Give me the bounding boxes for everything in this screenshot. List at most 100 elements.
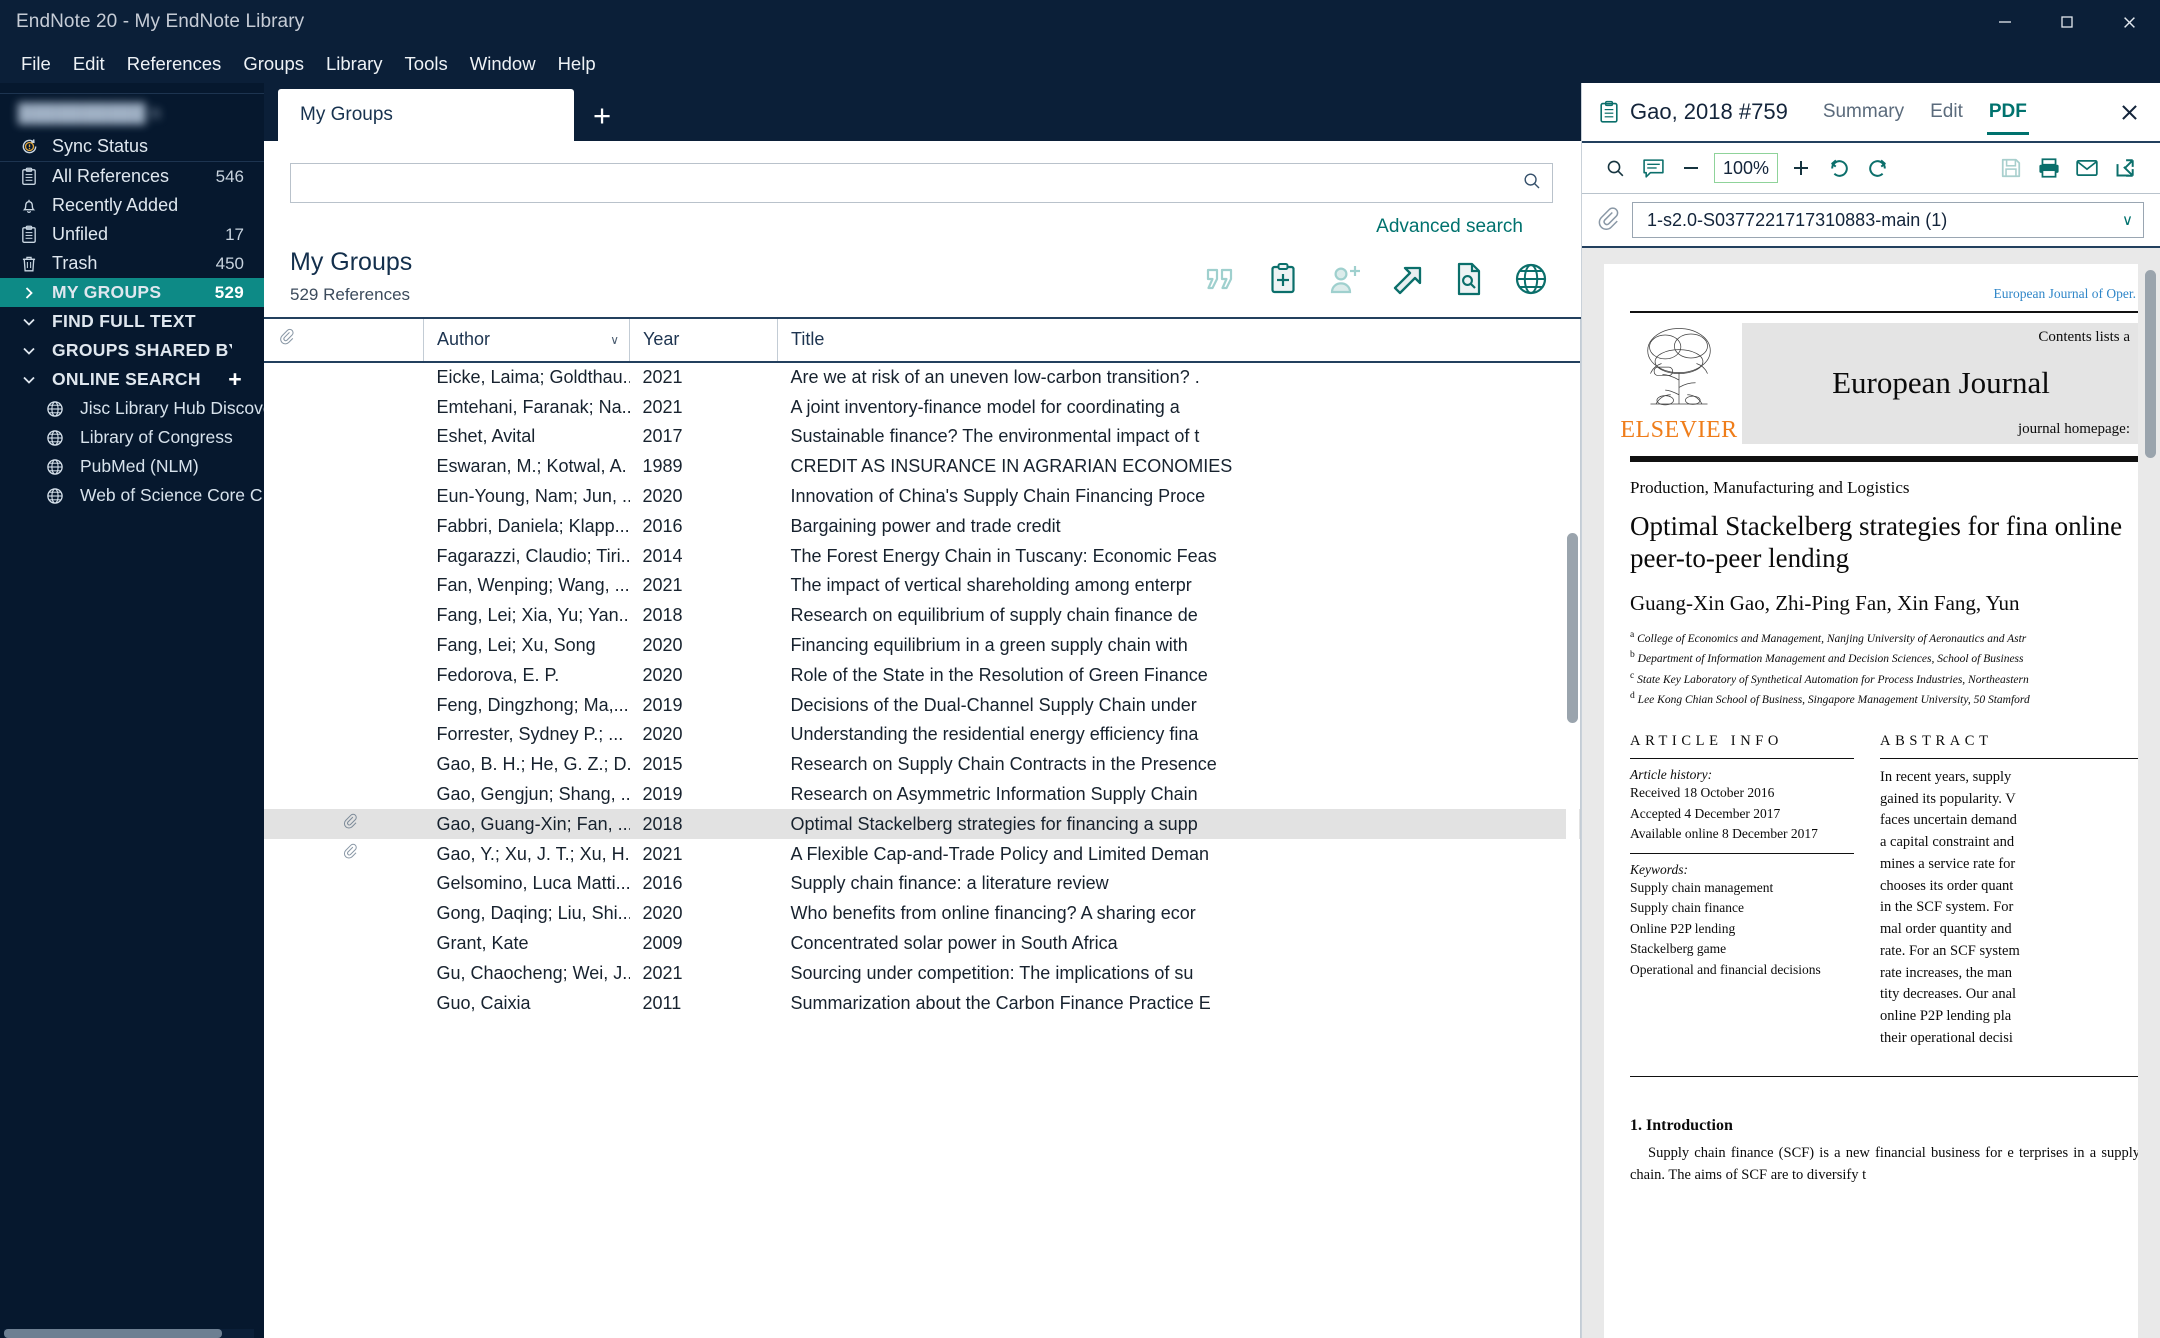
- close-panel-button[interactable]: [2112, 95, 2146, 129]
- minimize-button[interactable]: [1974, 0, 2036, 44]
- table-row[interactable]: Gao, B. H.; He, G. Z.; D... 2015 Research …: [264, 750, 1581, 780]
- sidebar-group-online-search[interactable]: ONLINE SEARCH +: [0, 365, 264, 394]
- affiliation-line: Lee Kong Chian School of Business, Singa…: [1637, 693, 2030, 706]
- row-title: Research on equilibrium of supply chain …: [790, 605, 1198, 626]
- comment-icon[interactable]: [1634, 149, 1672, 187]
- table-row[interactable]: Eshet, Avital 2017 Sustainable finance? Th…: [264, 422, 1581, 452]
- search-box[interactable]: [290, 163, 1553, 203]
- mail-icon[interactable]: [2068, 149, 2106, 187]
- sidebar-item-trash[interactable]: Trash 450: [0, 249, 264, 278]
- table-row[interactable]: Guo, Caixia 2011 Summarization about the C…: [264, 988, 1581, 1018]
- sidebar-item-sync-status[interactable]: Sync Status: [0, 132, 264, 161]
- open-external-icon[interactable]: [2106, 149, 2144, 187]
- table-row[interactable]: Fang, Lei; Xu, Song 2020 Financing equilib…: [264, 631, 1581, 661]
- globe-icon[interactable]: [1511, 259, 1551, 299]
- column-header-title[interactable]: Title: [777, 318, 1581, 363]
- tab-my-groups[interactable]: My Groups: [278, 89, 574, 141]
- zoom-level-field[interactable]: 100%: [1714, 153, 1778, 183]
- person-plus-icon[interactable]: [1325, 259, 1365, 299]
- quote-icon[interactable]: [1201, 259, 1241, 299]
- table-row[interactable]: Gelsomino, Luca Matti... 2016 Supply chain…: [264, 869, 1581, 899]
- table-row[interactable]: Gao, Y.; Xu, J. T.; Xu, H... 2021 A Flex…: [264, 839, 1581, 869]
- tab-edit[interactable]: Edit: [1917, 83, 1976, 141]
- search-icon[interactable]: [1596, 149, 1634, 187]
- pdf-viewer[interactable]: European Journal of Oper. ELSEVIER Conte…: [1582, 248, 2160, 1338]
- table-row[interactable]: Fabbri, Daniela; Klapp... 2016 Bargaining …: [264, 511, 1581, 541]
- table-row[interactable]: Fagarazzi, Claudio; Tiri... 2014 The Fores…: [264, 541, 1581, 571]
- row-year: 2021: [642, 366, 683, 387]
- table-row[interactable]: Eicke, Laima; Goldthau... 2021 Are we at r…: [264, 362, 1581, 393]
- print-icon[interactable]: [2030, 149, 2068, 187]
- sidebar-item-recently-added[interactable]: Recently Added: [0, 191, 264, 220]
- table-row[interactable]: Fan, Wenping; Wang, ... 2021 The impact of…: [264, 571, 1581, 601]
- new-tab-button[interactable]: +: [574, 89, 630, 141]
- table-row[interactable]: Emtehani, Faranak; Na... 2021 A joint inve…: [264, 392, 1581, 422]
- menu-tools[interactable]: Tools: [394, 49, 459, 79]
- table-row[interactable]: Fang, Lei; Xia, Yu; Yan... 2018 Research o…: [264, 601, 1581, 631]
- sidebar-item-all-references[interactable]: All References 546: [0, 162, 264, 191]
- row-author: Fang, Lei; Xia, Yu; Yan...: [436, 605, 630, 626]
- sidebar-horizontal-scrollbar[interactable]: [4, 1329, 254, 1338]
- column-header-attachment[interactable]: [264, 318, 424, 363]
- clipboard-plus-icon[interactable]: [1263, 259, 1303, 299]
- table-row[interactable]: Fedorova, E. P. 2020 Role of the State in …: [264, 660, 1581, 690]
- sidebar-item-library-of-congress[interactable]: Library of Congress: [0, 423, 264, 452]
- tab-pdf[interactable]: PDF: [1976, 83, 2040, 141]
- table-row[interactable]: Feng, Dingzhong; Ma,... 2019 Decisions of …: [264, 690, 1581, 720]
- rotate-right-icon[interactable]: [1858, 149, 1896, 187]
- column-header-year[interactable]: Year: [629, 318, 778, 363]
- save-icon[interactable]: [1992, 149, 2030, 187]
- file-search-icon[interactable]: [1449, 259, 1489, 299]
- scrollbar-thumb[interactable]: [4, 1329, 222, 1338]
- menu-help[interactable]: Help: [547, 49, 607, 79]
- zoom-out-button[interactable]: [1672, 149, 1710, 187]
- sidebar-item-label: Recently Added: [52, 195, 179, 215]
- menu-window[interactable]: Window: [459, 49, 547, 79]
- menu-groups[interactable]: Groups: [232, 49, 315, 79]
- menu-library[interactable]: Library: [315, 49, 394, 79]
- sidebar-group-find-full-text[interactable]: FIND FULL TEXT: [0, 307, 264, 336]
- table-row-selected[interactable]: Gao, Guang-Xin; Fan, ... 2018 Optimal St…: [264, 809, 1581, 840]
- arrow-up-right-icon[interactable]: [1387, 259, 1427, 299]
- scrollbar-thumb[interactable]: [2145, 270, 2156, 458]
- advanced-search-link[interactable]: Advanced search: [1376, 216, 1523, 237]
- sidebar-group-groups-shared-by-others[interactable]: GROUPS SHARED BY O...: [0, 336, 264, 365]
- menu-references[interactable]: References: [116, 49, 233, 79]
- rotate-left-icon[interactable]: [1820, 149, 1858, 187]
- table-row[interactable]: Forrester, Sydney P.; ... 2020 Understandi…: [264, 720, 1581, 750]
- sidebar-item-web-of-science-core[interactable]: Web of Science Core C...: [0, 481, 264, 510]
- sidebar-user-account[interactable]: ██████████ n: [0, 94, 264, 132]
- table-row[interactable]: Grant, Kate 2009 Concentrated solar power …: [264, 929, 1581, 959]
- sidebar-group-my-groups[interactable]: MY GROUPS 529: [0, 278, 264, 307]
- attachment-select[interactable]: 1-s2.0-S0377221717310883-main (1) ∨: [1632, 202, 2144, 238]
- table-row[interactable]: Gong, Daqing; Liu, Shi... 2020 Who benefit…: [264, 899, 1581, 929]
- row-attachment-cell: [264, 929, 424, 959]
- table-row[interactable]: Eun-Young, Nam; Jun, ... 2020 Innovation o…: [264, 482, 1581, 512]
- sidebar-item-pubmed-nlm[interactable]: PubMed (NLM): [0, 452, 264, 481]
- row-year: 2016: [642, 873, 683, 894]
- tab-summary[interactable]: Summary: [1810, 83, 1917, 141]
- add-online-search-button[interactable]: +: [228, 368, 264, 391]
- zoom-in-button[interactable]: [1782, 149, 1820, 187]
- sidebar-item-unfiled[interactable]: Unfiled 17: [0, 220, 264, 249]
- row-attachment-cell: [264, 631, 424, 661]
- column-header-author[interactable]: Author ∨: [423, 318, 630, 363]
- group-toolbar: [1201, 259, 1551, 305]
- row-attachment-cell: [264, 988, 424, 1018]
- menu-edit[interactable]: Edit: [62, 49, 116, 79]
- search-input[interactable]: [305, 172, 1522, 194]
- globe-icon: [44, 400, 66, 418]
- table-vertical-scrollbar[interactable]: [1566, 362, 1579, 1338]
- search-icon[interactable]: [1522, 171, 1542, 196]
- maximize-button[interactable]: [2036, 0, 2098, 44]
- table-row[interactable]: Eswaran, M.; Kotwal, A. 1989 CREDIT AS INS…: [264, 452, 1581, 482]
- sidebar-item-jisc-library-hub-discover[interactable]: Jisc Library Hub Discover: [0, 394, 264, 423]
- menu-file[interactable]: File: [10, 49, 62, 79]
- pdf-vertical-scrollbar[interactable]: [2145, 248, 2158, 1338]
- chevron-down-icon[interactable]: ∨: [2122, 211, 2133, 229]
- table-row[interactable]: Gao, Gengjun; Shang, ... 2019 Research on …: [264, 780, 1581, 810]
- history-line: Available online 8 December 2017: [1630, 826, 1818, 842]
- scrollbar-thumb[interactable]: [1567, 532, 1578, 723]
- table-row[interactable]: Gu, Chaocheng; Wei, J... 2021 Sourcing und…: [264, 958, 1581, 988]
- close-button[interactable]: [2098, 0, 2160, 44]
